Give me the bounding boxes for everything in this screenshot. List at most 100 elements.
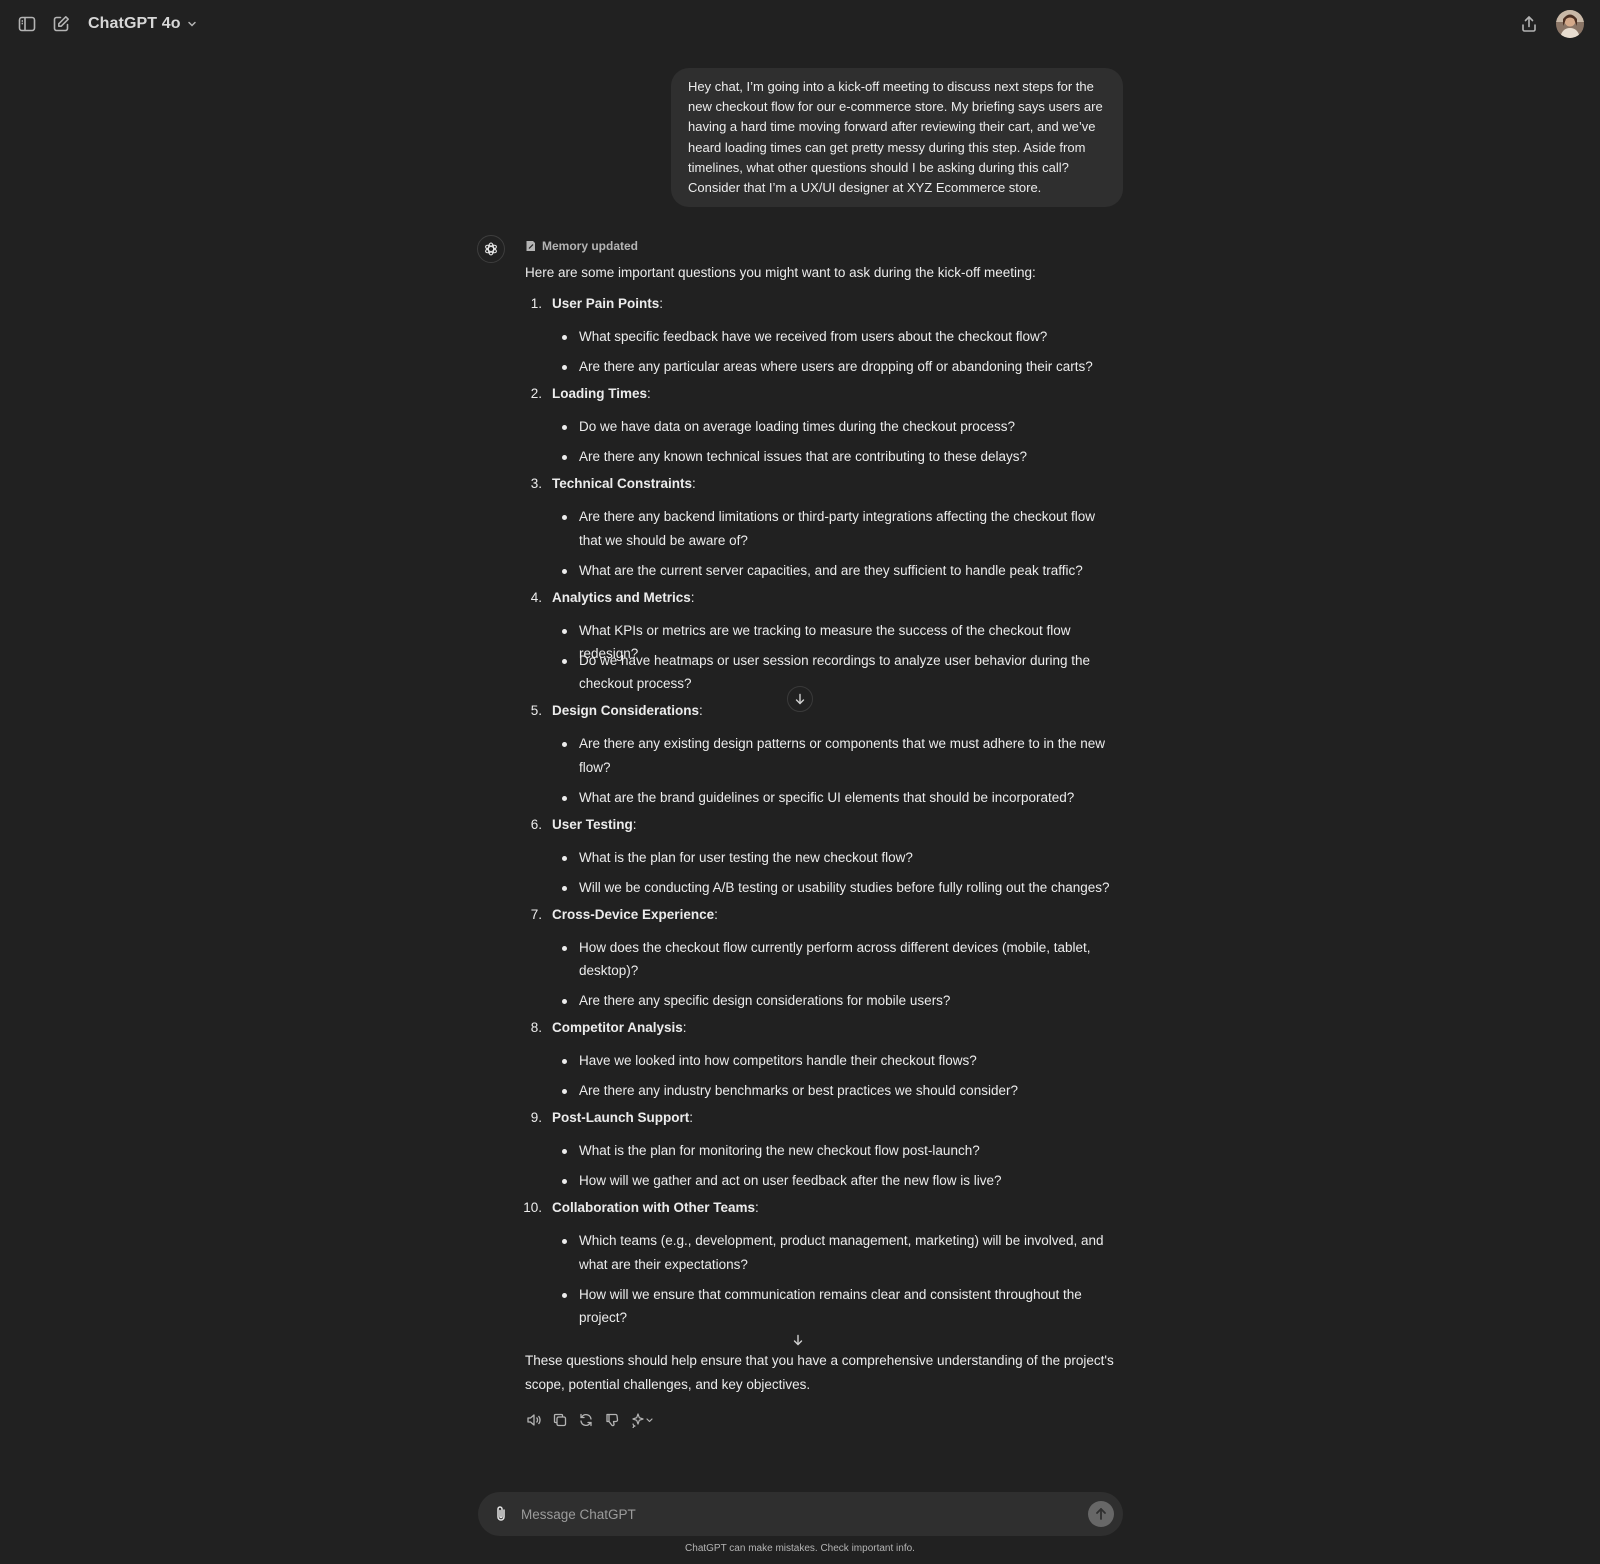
- bullet-dot: [562, 335, 567, 340]
- new-chat-icon[interactable]: [47, 10, 75, 38]
- bullet-item: What is the plan for user testing the ne…: [525, 846, 1125, 876]
- bullet-text-line: Are there any particular areas where use…: [579, 359, 1093, 374]
- read-aloud-icon[interactable]: [525, 1411, 543, 1429]
- attach-icon[interactable]: [490, 1503, 512, 1525]
- chatgpt-logo-icon: [477, 235, 505, 263]
- section-title-bold: Loading Times: [552, 386, 648, 401]
- section-title-suffix: :: [692, 476, 696, 491]
- bullet-dot: [562, 425, 567, 430]
- bullet-item: Which teams (e.g., development, product …: [525, 1229, 1125, 1283]
- memory-updated-indicator[interactable]: Memory updated: [525, 239, 638, 253]
- bullet-text-line: Are there any industry benchmarks or bes…: [579, 1083, 1018, 1098]
- bullet-item: What is the plan for monitoring the new …: [525, 1139, 1125, 1169]
- send-button[interactable]: [1088, 1501, 1114, 1527]
- bullet-item: Are there any existing design patterns o…: [525, 732, 1125, 786]
- section-title: Design Considerations:: [552, 702, 703, 720]
- answer-list: 1. User Pain Points: What specific feedbac…: [523, 295, 1125, 1337]
- bullet-text-line: How will we gather and act on user feedb…: [579, 1173, 1002, 1188]
- bullet-dot: [562, 1059, 567, 1064]
- bullet-dot: [562, 855, 567, 861]
- scroll-down-button[interactable]: [787, 686, 813, 712]
- section-heading: 1. User Pain Points:: [525, 295, 1125, 325]
- bullet-item: How will we ensure that communication re…: [525, 1283, 1125, 1337]
- scroll-down-arrow-icon[interactable]: [787, 1329, 809, 1351]
- bullet-dot: [562, 1179, 567, 1184]
- section-heading: 8. Competitor Analysis:: [525, 1019, 1125, 1049]
- section-title-bold: Cross-Device Experience: [552, 906, 715, 922]
- bullet-text-line: what are their expectations?: [579, 1256, 748, 1272]
- bullet-dot: [562, 515, 567, 520]
- bullet-item: Do we have data on average loading times…: [525, 415, 1125, 445]
- bullet-text-line: What specific feedback have we received …: [579, 329, 1048, 344]
- bullet-dot: [562, 795, 567, 801]
- section-title: Technical Constraints:: [552, 475, 696, 493]
- section-title: Analytics and Metrics:: [552, 589, 695, 607]
- bullet-dot: [562, 658, 567, 664]
- section-title-bold: Technical Constraints: [552, 476, 693, 491]
- sparkle-model-icon[interactable]: [629, 1411, 657, 1429]
- section-number: 3.: [530, 476, 542, 491]
- bullet-item: What specific feedback have we received …: [525, 325, 1125, 355]
- bullet-dot: [562, 365, 567, 370]
- user-avatar[interactable]: [1556, 10, 1584, 38]
- section-title-suffix: :: [659, 296, 664, 311]
- bullet-item: Are there any known technical issues tha…: [525, 445, 1125, 475]
- thumbs-down-icon[interactable]: [603, 1411, 621, 1429]
- section-heading: 7. Cross-Device Experience:: [525, 906, 1125, 936]
- section-title-bold: Competitor Analysis: [552, 1020, 683, 1035]
- section-heading: 9. Post-Launch Support:: [525, 1109, 1125, 1139]
- bullet-text-line: Are there any specific design considerat…: [579, 993, 951, 1008]
- section-number: 6.: [530, 816, 542, 832]
- sidebar-toggle-icon[interactable]: [13, 10, 41, 38]
- copy-icon[interactable]: [551, 1411, 569, 1429]
- bullet-item: How will we gather and act on user feedb…: [525, 1169, 1125, 1199]
- section-number: 8.: [530, 1020, 542, 1035]
- bullet-text-line: What are the brand guidelines or specifi…: [579, 789, 1075, 805]
- section-number: 2.: [530, 386, 542, 401]
- bullet-text-line: flow?: [579, 759, 611, 775]
- top-bar: ChatGPT 4o: [0, 0, 1600, 48]
- outro-line: scope, potential challenges, and key obj…: [525, 1376, 811, 1392]
- section-title-suffix: :: [647, 386, 651, 401]
- section-heading: 3. Technical Constraints:: [525, 475, 1125, 505]
- section-title: User Testing:: [552, 816, 637, 834]
- bullet-dot: [562, 945, 567, 951]
- bullet-text-line: Have we looked into how competitors hand…: [579, 1053, 977, 1068]
- bullet-text-line: What is the plan for monitoring the new …: [579, 1143, 980, 1158]
- section-title-bold: User Pain Points: [552, 296, 660, 311]
- section-title-bold: Analytics and Metrics: [552, 589, 691, 605]
- disclaimer: ChatGPT can make mistakes. Check importa…: [685, 1543, 915, 1554]
- bullet-text-line: desktop)?: [579, 963, 639, 978]
- section-title: Collaboration with Other Teams:: [552, 1199, 759, 1217]
- bullet-item: What KPIs or metrics are we tracking to …: [525, 619, 1125, 661]
- section-title-suffix: :: [714, 906, 718, 922]
- bullet-dot: [562, 999, 567, 1004]
- bullet-dot: [562, 1089, 567, 1094]
- share-icon[interactable]: [1515, 10, 1543, 38]
- user-message-text: Hey chat, I’m going into a kick-off meet…: [688, 79, 1103, 196]
- chevron-down-icon: [186, 18, 198, 30]
- bullet-item: Are there any backend limitations or thi…: [525, 505, 1125, 559]
- section-number: 1.: [530, 296, 542, 311]
- user-message-bubble: Hey chat, I’m going into a kick-off meet…: [671, 68, 1123, 208]
- answer-outro: These questions should help ensure that …: [525, 1349, 1125, 1396]
- section-title-suffix: :: [682, 1020, 687, 1035]
- bullet-text-line: project?: [579, 1310, 628, 1325]
- bullet-item: Do we have heatmaps or user session reco…: [525, 649, 1125, 703]
- model-selector[interactable]: ChatGPT 4o: [80, 10, 206, 38]
- bullet-item: How does the checkout flow currently per…: [525, 936, 1125, 990]
- section-heading: 2. Loading Times:: [525, 385, 1125, 415]
- section-number: 5.: [530, 703, 542, 718]
- outro-line: These questions should help ensure that …: [525, 1353, 1114, 1368]
- section-number: 4.: [530, 589, 542, 605]
- bullet-text-line: Are there any backend limitations or thi…: [579, 509, 1096, 524]
- bullet-dot: [562, 568, 567, 574]
- model-name: ChatGPT 4o: [88, 15, 181, 32]
- bullet-text-line: What is the plan for user testing the ne…: [579, 849, 913, 865]
- regenerate-icon[interactable]: [577, 1411, 595, 1429]
- message-input[interactable]: [521, 1501, 1061, 1527]
- bullet-text-line: checkout process?: [579, 676, 692, 691]
- section-title-suffix: :: [689, 1110, 694, 1125]
- bullet-dot: [562, 742, 567, 747]
- bullet-dot: [562, 455, 567, 460]
